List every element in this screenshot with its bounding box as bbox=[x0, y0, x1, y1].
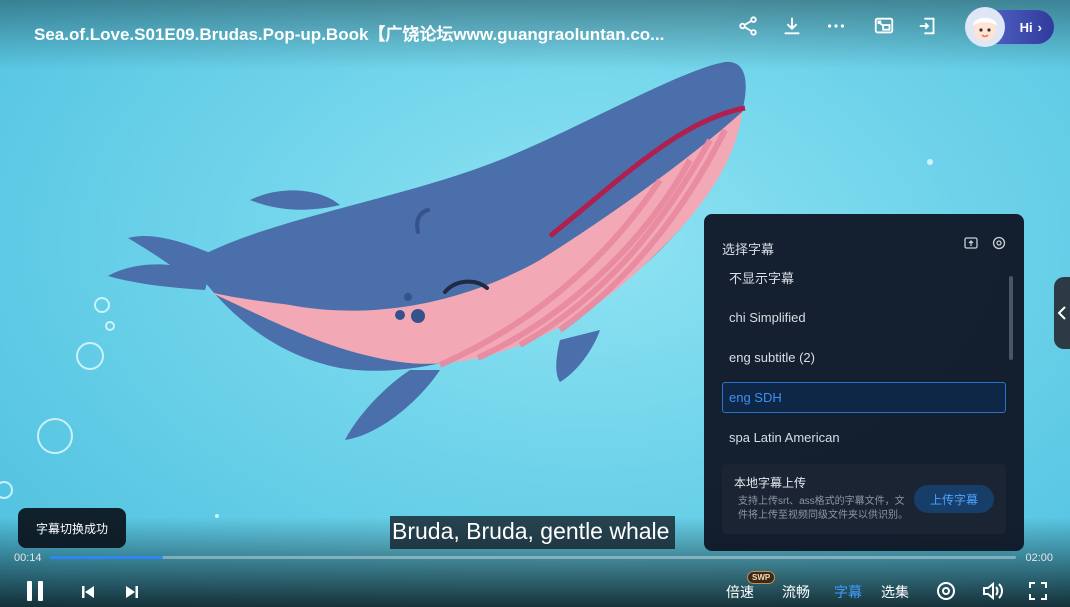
subtitle-option-spa-latin-american[interactable]: spa Latin American bbox=[722, 422, 1006, 453]
skip-previous-icon bbox=[82, 586, 94, 598]
volume-button[interactable] bbox=[981, 579, 1005, 603]
top-toolbar bbox=[726, 12, 950, 40]
subtitle-help-icon[interactable] bbox=[964, 236, 978, 250]
volume-icon bbox=[983, 581, 1003, 601]
subtitle-caption: Bruda, Bruda, gentle whale bbox=[390, 516, 676, 549]
subtitle-options-list: 不显示字幕 chi Simplified eng subtitle (2) en… bbox=[722, 262, 1006, 462]
pause-button[interactable] bbox=[22, 578, 48, 604]
screen-cast-icon bbox=[919, 17, 935, 35]
subtitle-option-eng-sdh[interactable]: eng SDH bbox=[722, 382, 1006, 413]
video-title: Sea.of.Love.S01E09.Brudas.Pop-up.Book【广饶… bbox=[34, 25, 665, 44]
download-button[interactable] bbox=[770, 12, 814, 40]
chevron-right-icon: › bbox=[1037, 19, 1042, 35]
next-button[interactable] bbox=[120, 581, 144, 603]
panel-title: 选择字幕 bbox=[722, 242, 775, 257]
screen-cast-button[interactable] bbox=[906, 12, 950, 40]
current-time: 00:14 bbox=[14, 552, 42, 564]
user-hi-button[interactable]: Hi › bbox=[965, 7, 1054, 47]
subtitle-option-eng-subtitle[interactable]: eng subtitle (2) bbox=[722, 342, 1006, 373]
chevron-left-icon bbox=[1057, 306, 1066, 320]
subtitle-selection-panel: 选择字幕 不显示字幕 chi Simplified eng subtitle (… bbox=[704, 214, 1024, 551]
settings-button[interactable] bbox=[934, 579, 958, 603]
side-panel-toggle[interactable] bbox=[1054, 277, 1070, 349]
speed-button[interactable]: 倍速 bbox=[726, 582, 754, 602]
fullscreen-icon bbox=[1029, 582, 1047, 600]
upload-title: 本地字幕上传 bbox=[734, 476, 807, 490]
fullscreen-button[interactable] bbox=[1026, 579, 1050, 603]
progress-fill bbox=[50, 556, 164, 559]
subtitle-option-none[interactable]: 不显示字幕 bbox=[722, 262, 1006, 293]
subtitle-switch-toast: 字幕切换成功 bbox=[18, 508, 126, 548]
avatar bbox=[965, 7, 1005, 47]
share-icon bbox=[739, 16, 757, 36]
hi-label: Hi bbox=[1019, 19, 1033, 35]
more-icon bbox=[827, 24, 845, 28]
pause-icon bbox=[27, 581, 43, 601]
quality-button[interactable]: 流畅 bbox=[782, 582, 810, 602]
local-subtitle-upload: 本地字幕上传 支持上传srt、ass格式的字幕文件，文件将上传至视频同级文件夹以… bbox=[722, 464, 1006, 534]
picture-in-picture-button[interactable] bbox=[862, 12, 906, 40]
more-button[interactable] bbox=[814, 12, 858, 40]
download-icon bbox=[784, 17, 800, 35]
skip-next-icon bbox=[126, 586, 138, 598]
upload-description: 支持上传srt、ass格式的字幕文件，文件将上传至视频同级文件夹以供识别。 bbox=[738, 496, 908, 521]
upload-subtitle-button[interactable]: 上传字幕 bbox=[914, 485, 994, 513]
episodes-button[interactable]: 选集 bbox=[881, 582, 909, 602]
settings-icon bbox=[937, 582, 955, 600]
share-button[interactable] bbox=[726, 12, 770, 40]
subtitles-button[interactable]: 字幕 bbox=[834, 582, 862, 602]
duration: 02:00 bbox=[1025, 552, 1053, 564]
swp-badge: SWP bbox=[747, 571, 776, 584]
subtitle-list-scrollbar[interactable] bbox=[1009, 276, 1013, 360]
subtitle-option-chi-simplified[interactable]: chi Simplified bbox=[722, 302, 1006, 333]
previous-button[interactable] bbox=[76, 581, 100, 603]
progress-bar[interactable] bbox=[50, 556, 1016, 559]
picture-in-picture-icon bbox=[874, 17, 894, 34]
subtitle-settings-icon[interactable] bbox=[992, 236, 1006, 250]
